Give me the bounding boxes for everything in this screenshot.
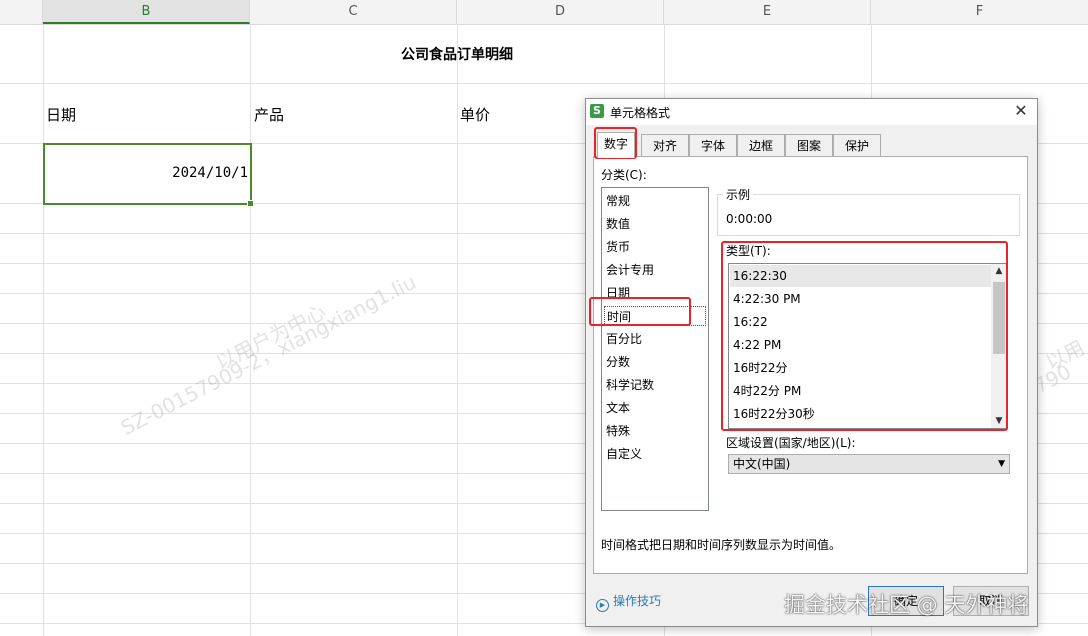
sample-label: 示例 — [723, 186, 754, 203]
column-header-e[interactable]: E — [664, 0, 871, 24]
grid-line — [0, 83, 1088, 84]
locale-select[interactable]: 中文(中国) ▼ — [728, 454, 1010, 474]
tab-protection[interactable]: 保护 — [833, 134, 881, 156]
category-item[interactable]: 文本 — [606, 398, 630, 418]
close-icon[interactable]: ✕ — [1011, 101, 1031, 121]
tips-link[interactable]: ▶ 操作技巧 — [596, 592, 661, 612]
type-item[interactable]: 4时22分 PM — [730, 380, 992, 402]
app-s-icon: S — [590, 104, 604, 118]
type-item-selected[interactable]: 16:22:30 — [730, 265, 992, 287]
category-item[interactable]: 常规 — [606, 191, 630, 211]
column-header-c[interactable]: C — [250, 0, 457, 24]
column-header-f[interactable]: F — [871, 0, 1088, 24]
category-item[interactable]: 货币 — [606, 237, 630, 257]
grid-line — [43, 24, 44, 636]
tab-number[interactable]: 数字 — [597, 132, 635, 158]
category-item-selected[interactable]: 时间 — [604, 306, 706, 326]
type-item[interactable]: 16时22分 — [730, 357, 992, 379]
category-label: 分类(C): — [601, 168, 647, 182]
sheet-title[interactable]: 公司食品订单明细 — [250, 44, 664, 64]
category-item[interactable]: 特殊 — [606, 421, 630, 441]
number-tab-panel: 分类(C): 常规 数值 货币 会计专用 日期 时间 百分比 分数 科学记数 文… — [593, 156, 1028, 574]
category-item[interactable]: 日期 — [606, 283, 630, 303]
header-cell-price[interactable]: 单价 — [460, 104, 490, 125]
format-cells-dialog: S 单元格格式 ✕ 数字 对齐 字体 边框 图案 保护 分类(C): 常规 数值… — [585, 98, 1038, 627]
date-cell-value: 2024/10/1 — [172, 165, 248, 181]
corner-watermark: 掘金技术社区 @ 天外神将 — [784, 593, 1029, 617]
locale-label: 区域设置(国家/地区)(L): — [726, 436, 856, 450]
tab-pattern[interactable]: 图案 — [785, 134, 833, 156]
type-label: 类型(T): — [726, 244, 771, 258]
scroll-down-icon[interactable]: ▼ — [991, 414, 1007, 428]
category-item[interactable]: 分数 — [606, 352, 630, 372]
category-item[interactable]: 科学记数 — [606, 375, 654, 395]
category-item[interactable]: 自定义 — [606, 444, 642, 464]
column-header-d[interactable]: D — [457, 0, 664, 24]
type-item[interactable]: 4:22 PM — [730, 334, 992, 356]
category-item[interactable]: 会计专用 — [606, 260, 654, 280]
fill-handle[interactable] — [247, 200, 254, 207]
format-description: 时间格式把日期和时间序列数显示为时间值。 — [601, 538, 842, 552]
tab-border[interactable]: 边框 — [737, 134, 785, 156]
locale-select-value: 中文(中国) — [733, 457, 791, 471]
type-list-scrollbar[interactable]: ▲ ▼ — [991, 264, 1007, 428]
category-item[interactable]: 数值 — [606, 214, 630, 234]
dialog-title: 单元格格式 — [610, 106, 671, 120]
category-list[interactable]: 常规 数值 货币 会计专用 日期 时间 百分比 分数 科学记数 文本 特殊 自定… — [601, 187, 709, 511]
tab-font[interactable]: 字体 — [689, 134, 737, 156]
column-header-a[interactable] — [0, 0, 43, 24]
type-list[interactable]: 16:22:30 4:22:30 PM 16:22 4:22 PM 16时22分… — [728, 263, 1008, 429]
column-header-bar: B C D E F — [0, 0, 1088, 25]
column-header-b[interactable]: B — [43, 0, 250, 24]
grid-line — [457, 24, 458, 636]
header-cell-date[interactable]: 日期 — [46, 104, 76, 125]
type-item[interactable]: 16时22分30秒 — [730, 403, 992, 425]
sample-value: 0:00:00 — [726, 212, 773, 226]
dialog-titlebar[interactable]: S 单元格格式 ✕ — [586, 99, 1037, 125]
type-item[interactable]: 4:22:30 PM — [730, 288, 992, 310]
scrollbar-thumb[interactable] — [993, 282, 1005, 354]
tab-alignment[interactable]: 对齐 — [641, 134, 689, 156]
tips-label: 操作技巧 — [613, 594, 662, 608]
dropdown-arrow-icon: ▼ — [998, 459, 1005, 469]
type-item[interactable]: 16:22 — [730, 311, 992, 333]
selected-cell-b3[interactable]: 2024/10/1 — [43, 143, 254, 207]
help-circle-icon: ▶ — [596, 599, 609, 612]
category-item[interactable]: 百分比 — [606, 329, 642, 349]
header-cell-product[interactable]: 产品 — [254, 104, 284, 125]
scroll-up-icon[interactable]: ▲ — [991, 264, 1007, 278]
